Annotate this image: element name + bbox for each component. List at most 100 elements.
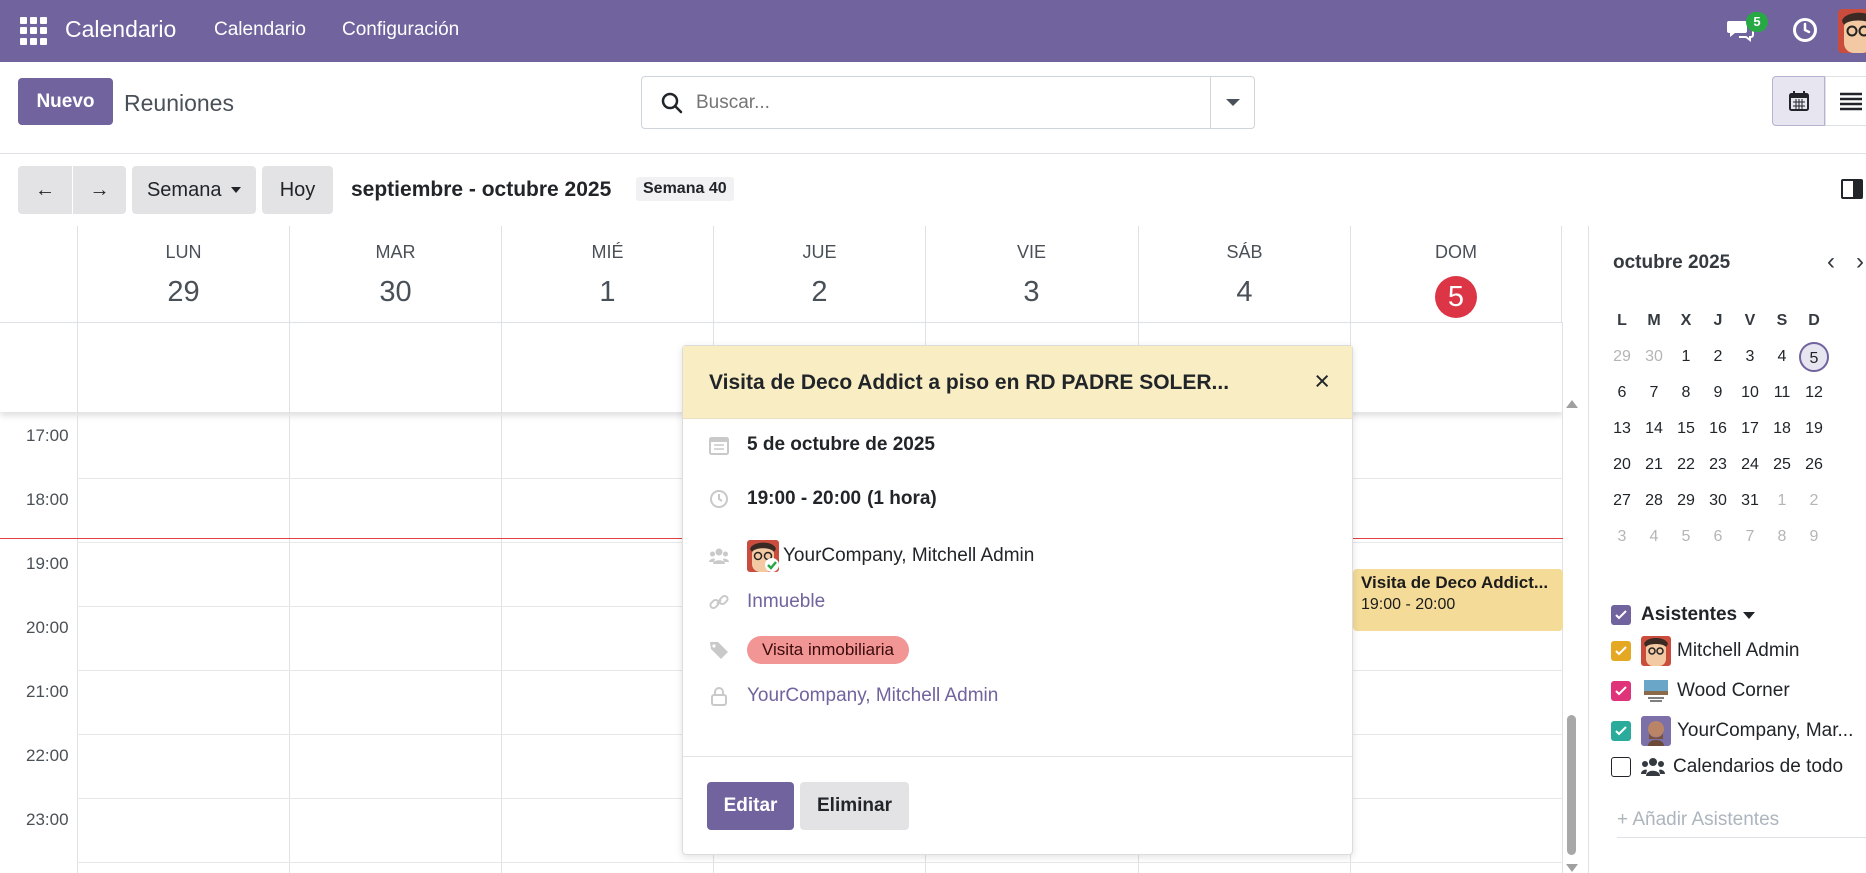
resource-link[interactable]: Inmueble	[747, 591, 825, 613]
mini-day[interactable]: 2	[1799, 486, 1829, 516]
calendar-scrollbar[interactable]	[1564, 400, 1578, 873]
mini-day[interactable]: 24	[1735, 450, 1765, 480]
list-view-button[interactable]	[1825, 76, 1866, 126]
attendees-filter-header[interactable]: Asistentes	[1611, 604, 1756, 626]
mini-day[interactable]: 1	[1767, 486, 1797, 516]
checkbox-checked-icon[interactable]	[1611, 721, 1631, 741]
user-avatar[interactable]	[1838, 9, 1866, 53]
menu-configuracion[interactable]: Configuración	[342, 19, 459, 41]
close-icon[interactable]: ×	[1314, 366, 1330, 397]
mini-day[interactable]: 26	[1799, 450, 1829, 480]
apps-menu-icon[interactable]	[20, 17, 48, 45]
mini-day[interactable]: 4	[1639, 522, 1669, 552]
new-button[interactable]: Nuevo	[18, 78, 113, 125]
mini-day-today[interactable]: 5	[1799, 342, 1829, 372]
mini-day[interactable]: 10	[1735, 378, 1765, 408]
mini-day[interactable]: 29	[1607, 342, 1637, 372]
mini-day[interactable]: 6	[1607, 378, 1637, 408]
mini-day[interactable]: 28	[1639, 486, 1669, 516]
day-header-mon[interactable]: LUN 29	[77, 226, 289, 322]
day-header-thu[interactable]: JUE 2	[713, 226, 925, 322]
checkbox-checked-icon[interactable]	[1611, 681, 1631, 701]
mini-day[interactable]: 30	[1639, 342, 1669, 372]
attendee-name: Mitchell Admin	[1677, 640, 1800, 661]
scale-dropdown[interactable]: Semana	[132, 166, 256, 214]
search-input[interactable]	[696, 89, 1176, 117]
mini-day[interactable]: 1	[1671, 342, 1701, 372]
mini-day[interactable]: 23	[1703, 450, 1733, 480]
attendee-filter-item[interactable]: Calendarios de todo	[1611, 756, 1843, 778]
mini-day[interactable]: 15	[1671, 414, 1701, 444]
mini-day[interactable]: 31	[1735, 486, 1765, 516]
checkbox-unchecked-icon[interactable]	[1611, 757, 1631, 777]
event-attendees: YourCompany, Mitchell Admin	[783, 545, 1035, 566]
day-header-fri[interactable]: VIE 3	[925, 226, 1137, 322]
mini-day[interactable]: 16	[1703, 414, 1733, 444]
mini-day[interactable]: 3	[1735, 342, 1765, 372]
mini-day[interactable]: 7	[1639, 378, 1669, 408]
mini-day[interactable]: 19	[1799, 414, 1829, 444]
activity-clock-icon[interactable]	[1792, 17, 1818, 43]
search-options-toggle[interactable]	[1210, 77, 1254, 128]
caret-down-icon	[231, 187, 242, 194]
mini-day[interactable]: 21	[1639, 450, 1669, 480]
calendar-view-button[interactable]	[1772, 76, 1825, 126]
app-brand[interactable]: Calendario	[65, 16, 176, 43]
add-attendees-input[interactable]: + Añadir Asistentes	[1617, 809, 1866, 838]
mini-day[interactable]: 27	[1607, 486, 1637, 516]
mini-day[interactable]: 17	[1735, 414, 1765, 444]
attendee-filter-item[interactable]: Wood Corner	[1611, 676, 1790, 706]
checkbox-checked-icon[interactable]	[1611, 605, 1631, 625]
toggle-sidepanel-icon[interactable]	[1841, 179, 1863, 199]
attendee-filter-item[interactable]: Mitchell Admin	[1611, 636, 1800, 666]
mini-day[interactable]: 18	[1767, 414, 1797, 444]
mini-day[interactable]: 8	[1671, 378, 1701, 408]
mini-day[interactable]: 14	[1639, 414, 1669, 444]
mini-day[interactable]: 13	[1607, 414, 1637, 444]
mini-day[interactable]: 7	[1735, 522, 1765, 552]
day-number: 3	[1023, 276, 1040, 308]
weekday-label: M	[1647, 312, 1661, 329]
day-header-sun[interactable]: DOM 5	[1350, 226, 1562, 322]
attendee-filter-item[interactable]: YourCompany, Mar...	[1611, 716, 1853, 746]
mini-day[interactable]: 2	[1703, 342, 1733, 372]
arrow-left-icon: ←	[35, 178, 55, 201]
mini-day[interactable]: 30	[1703, 486, 1733, 516]
mini-day[interactable]: 8	[1767, 522, 1797, 552]
mini-next-icon[interactable]: ›	[1856, 248, 1864, 276]
mini-day[interactable]: 4	[1767, 342, 1797, 372]
mini-day[interactable]: 22	[1671, 450, 1701, 480]
day-header-wed[interactable]: MIÉ 1	[501, 226, 713, 322]
popover-attendees-row: YourCompany, Mitchell Admin	[709, 540, 1034, 572]
mini-day[interactable]: 3	[1607, 522, 1637, 552]
mini-day[interactable]: 6	[1703, 522, 1733, 552]
mini-day[interactable]: 5	[1671, 522, 1701, 552]
search-bar[interactable]	[641, 76, 1255, 129]
edit-button[interactable]: Editar	[707, 782, 794, 830]
day-header-sat[interactable]: SÁB 4	[1138, 226, 1350, 322]
mini-day[interactable]: 12	[1799, 378, 1829, 408]
today-button[interactable]: Hoy	[262, 166, 333, 214]
attendee-avatar[interactable]	[747, 540, 779, 572]
calendar-event[interactable]: Visita de Deco Addict... 19:00 - 20:00	[1353, 569, 1563, 631]
delete-button[interactable]: Eliminar	[800, 782, 909, 830]
next-button[interactable]: →	[73, 166, 126, 214]
mini-day[interactable]: 20	[1607, 450, 1637, 480]
mini-day[interactable]: 11	[1767, 378, 1797, 408]
checkbox-checked-icon[interactable]	[1611, 641, 1631, 661]
menu-calendario[interactable]: Calendario	[214, 19, 306, 41]
scroll-down-arrow-icon[interactable]	[1566, 864, 1578, 872]
scroll-up-arrow-icon[interactable]	[1566, 400, 1578, 408]
mini-prev-icon[interactable]: ‹	[1827, 248, 1835, 276]
mini-day[interactable]: 29	[1671, 486, 1701, 516]
mini-day[interactable]: 9	[1703, 378, 1733, 408]
day-header-tue[interactable]: MAR 30	[289, 226, 501, 322]
event-organizer[interactable]: YourCompany, Mitchell Admin	[747, 685, 998, 707]
calendar-icon	[1789, 91, 1809, 111]
day-name: DOM	[1435, 242, 1477, 262]
mini-day[interactable]: 25	[1767, 450, 1797, 480]
previous-button[interactable]: ←	[18, 166, 72, 214]
event-title: Visita de Deco Addict...	[1361, 573, 1549, 592]
mini-day[interactable]: 9	[1799, 522, 1829, 552]
scroll-thumb[interactable]	[1567, 715, 1576, 855]
